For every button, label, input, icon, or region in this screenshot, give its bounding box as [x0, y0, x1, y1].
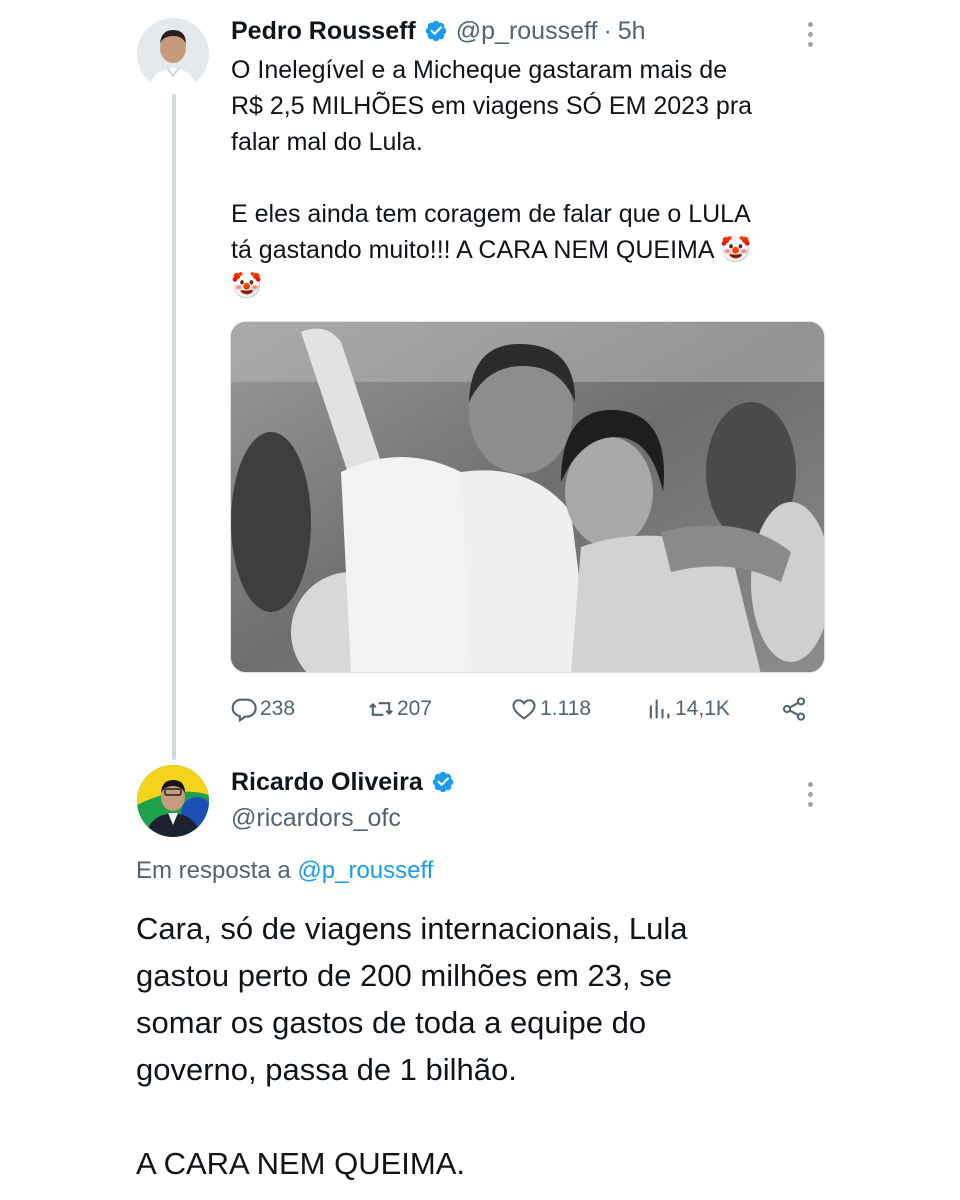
tweet-text: O Inelegível e a Micheque gastaram mais …: [231, 52, 811, 304]
views-button[interactable]: 14,1K: [645, 692, 730, 726]
photo-icon: [231, 322, 824, 672]
reply-paragraph: Cara, só de viagens internacionais, Lula…: [136, 911, 688, 1087]
avatar[interactable]: [137, 18, 209, 90]
reply-count: 238: [260, 697, 296, 720]
author-display-name[interactable]: Ricardo Oliveira: [231, 768, 423, 797]
reply-icon: [231, 698, 257, 723]
more-options-icon[interactable]: [805, 22, 815, 47]
author-display-name[interactable]: Pedro Rousseff: [231, 17, 416, 46]
tweet-timestamp[interactable]: 5h: [618, 17, 646, 46]
reply-to-handle-link[interactable]: @p_rousseff: [297, 857, 433, 884]
avatar[interactable]: [137, 765, 209, 837]
retweet-count: 207: [397, 697, 433, 720]
thread-connector-line: [172, 94, 176, 760]
tweet-paragraph: E eles ainda tem coragem de falar que o …: [231, 200, 752, 300]
like-button[interactable]: 1.118: [510, 692, 591, 726]
like-count: 1.118: [540, 697, 591, 720]
verified-badge-icon: [431, 770, 455, 794]
reply-text: Cara, só de viagens internacionais, Lula…: [136, 905, 836, 1187]
views-count: 14,1K: [675, 697, 730, 720]
author-handle[interactable]: @ricardors_ofc: [231, 804, 455, 833]
reply-button[interactable]: 238: [230, 692, 295, 726]
reply-paragraph: A CARA NEM QUEIMA.: [136, 1146, 466, 1181]
tweet-media-photo[interactable]: [230, 321, 825, 673]
tweet-action-bar: 238 207 1.118 14,1K: [230, 692, 825, 726]
retweet-icon: [369, 702, 393, 716]
reply-to-label: Em resposta a: [136, 857, 291, 884]
tweet-author-header: Pedro Rousseff @p_rousseff · 5h: [231, 14, 646, 48]
reply-author-header: Ricardo Oliveira @ricardors_ofc: [231, 762, 455, 833]
more-options-icon[interactable]: [805, 782, 815, 807]
share-button[interactable]: [780, 692, 810, 726]
reply-context: Em resposta a @p_rousseff: [136, 857, 433, 885]
heart-icon: [512, 699, 536, 720]
tweet-paragraph: O Inelegível e a Micheque gastaram mais …: [231, 56, 753, 156]
separator-dot: ·: [603, 16, 612, 45]
verified-badge-icon: [424, 19, 448, 43]
share-icon: [782, 697, 806, 721]
retweet-button[interactable]: 207: [367, 692, 432, 726]
views-chart-icon: [649, 699, 670, 719]
author-handle[interactable]: @p_rousseff: [456, 17, 598, 46]
